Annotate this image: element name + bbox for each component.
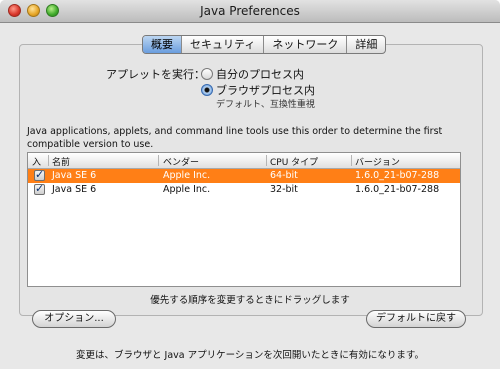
java-preferences-window: Java Preferences 概要 セキュリティ ネットワーク 詳細 アプレ…	[0, 0, 500, 369]
applet-run-label: アプレットを実行：	[106, 68, 205, 81]
own-process-label: 自分のプロセス内	[216, 68, 304, 81]
row-version: 1.6.0_21-b07-288	[355, 184, 440, 195]
row-cpu-type: 64-bit	[270, 170, 298, 181]
browser-process-sublabel: デフォルト、互換性重視	[216, 100, 315, 110]
table-header: 入 名前 ベンダー CPU タイプ バージョン	[28, 153, 460, 169]
table-row[interactable]: Java SE 6 Apple Inc. 32-bit 1.6.0_21-b07…	[28, 182, 460, 197]
java-versions-table: 入 名前 ベンダー CPU タイプ バージョン Java SE 6 Apple …	[27, 152, 461, 287]
row-name: Java SE 6	[52, 170, 97, 181]
tab-security[interactable]: セキュリティ	[181, 36, 263, 53]
own-process-radio[interactable]	[201, 68, 213, 80]
row-vendor: Apple Inc.	[163, 184, 211, 195]
table-row[interactable]: Java SE 6 Apple Inc. 64-bit 1.6.0_21-b07…	[28, 168, 460, 183]
row-vendor: Apple Inc.	[163, 170, 211, 181]
column-header-cpu-type[interactable]: CPU タイプ	[270, 155, 318, 168]
drag-order-hint: 優先する順序を変更するときにドラッグします	[150, 295, 350, 306]
options-button[interactable]: オプション...	[32, 310, 116, 328]
restore-defaults-button[interactable]: デフォルトに戻す	[366, 310, 466, 328]
row-version: 1.6.0_21-b07-288	[355, 170, 440, 181]
column-header-version[interactable]: バージョン	[355, 155, 400, 168]
tab-general[interactable]: 概要	[143, 36, 181, 53]
tab-advanced[interactable]: 詳細	[346, 36, 385, 53]
browser-process-label: ブラウザプロセス内	[216, 84, 315, 97]
column-header-enabled[interactable]: 入	[32, 155, 41, 168]
preferences-tab-bar: 概要 セキュリティ ネットワーク 詳細	[142, 35, 387, 54]
java-order-description: Java applications, applets, and command …	[27, 126, 443, 150]
browser-process-radio[interactable]	[201, 84, 213, 96]
column-header-name[interactable]: 名前	[52, 155, 70, 168]
row-enabled-checkbox[interactable]	[34, 168, 45, 181]
row-enabled-checkbox[interactable]	[34, 182, 45, 195]
row-cpu-type: 32-bit	[270, 184, 298, 195]
tab-network[interactable]: ネットワーク	[263, 36, 346, 53]
window-title: Java Preferences	[200, 4, 300, 18]
title-bar: Java Preferences	[0, 0, 500, 23]
row-name: Java SE 6	[52, 184, 97, 195]
column-header-vendor[interactable]: ベンダー	[163, 155, 199, 168]
changes-notice: 変更は、ブラウザと Java アプリケーションを次回開いたときに有効になります。	[76, 350, 424, 361]
